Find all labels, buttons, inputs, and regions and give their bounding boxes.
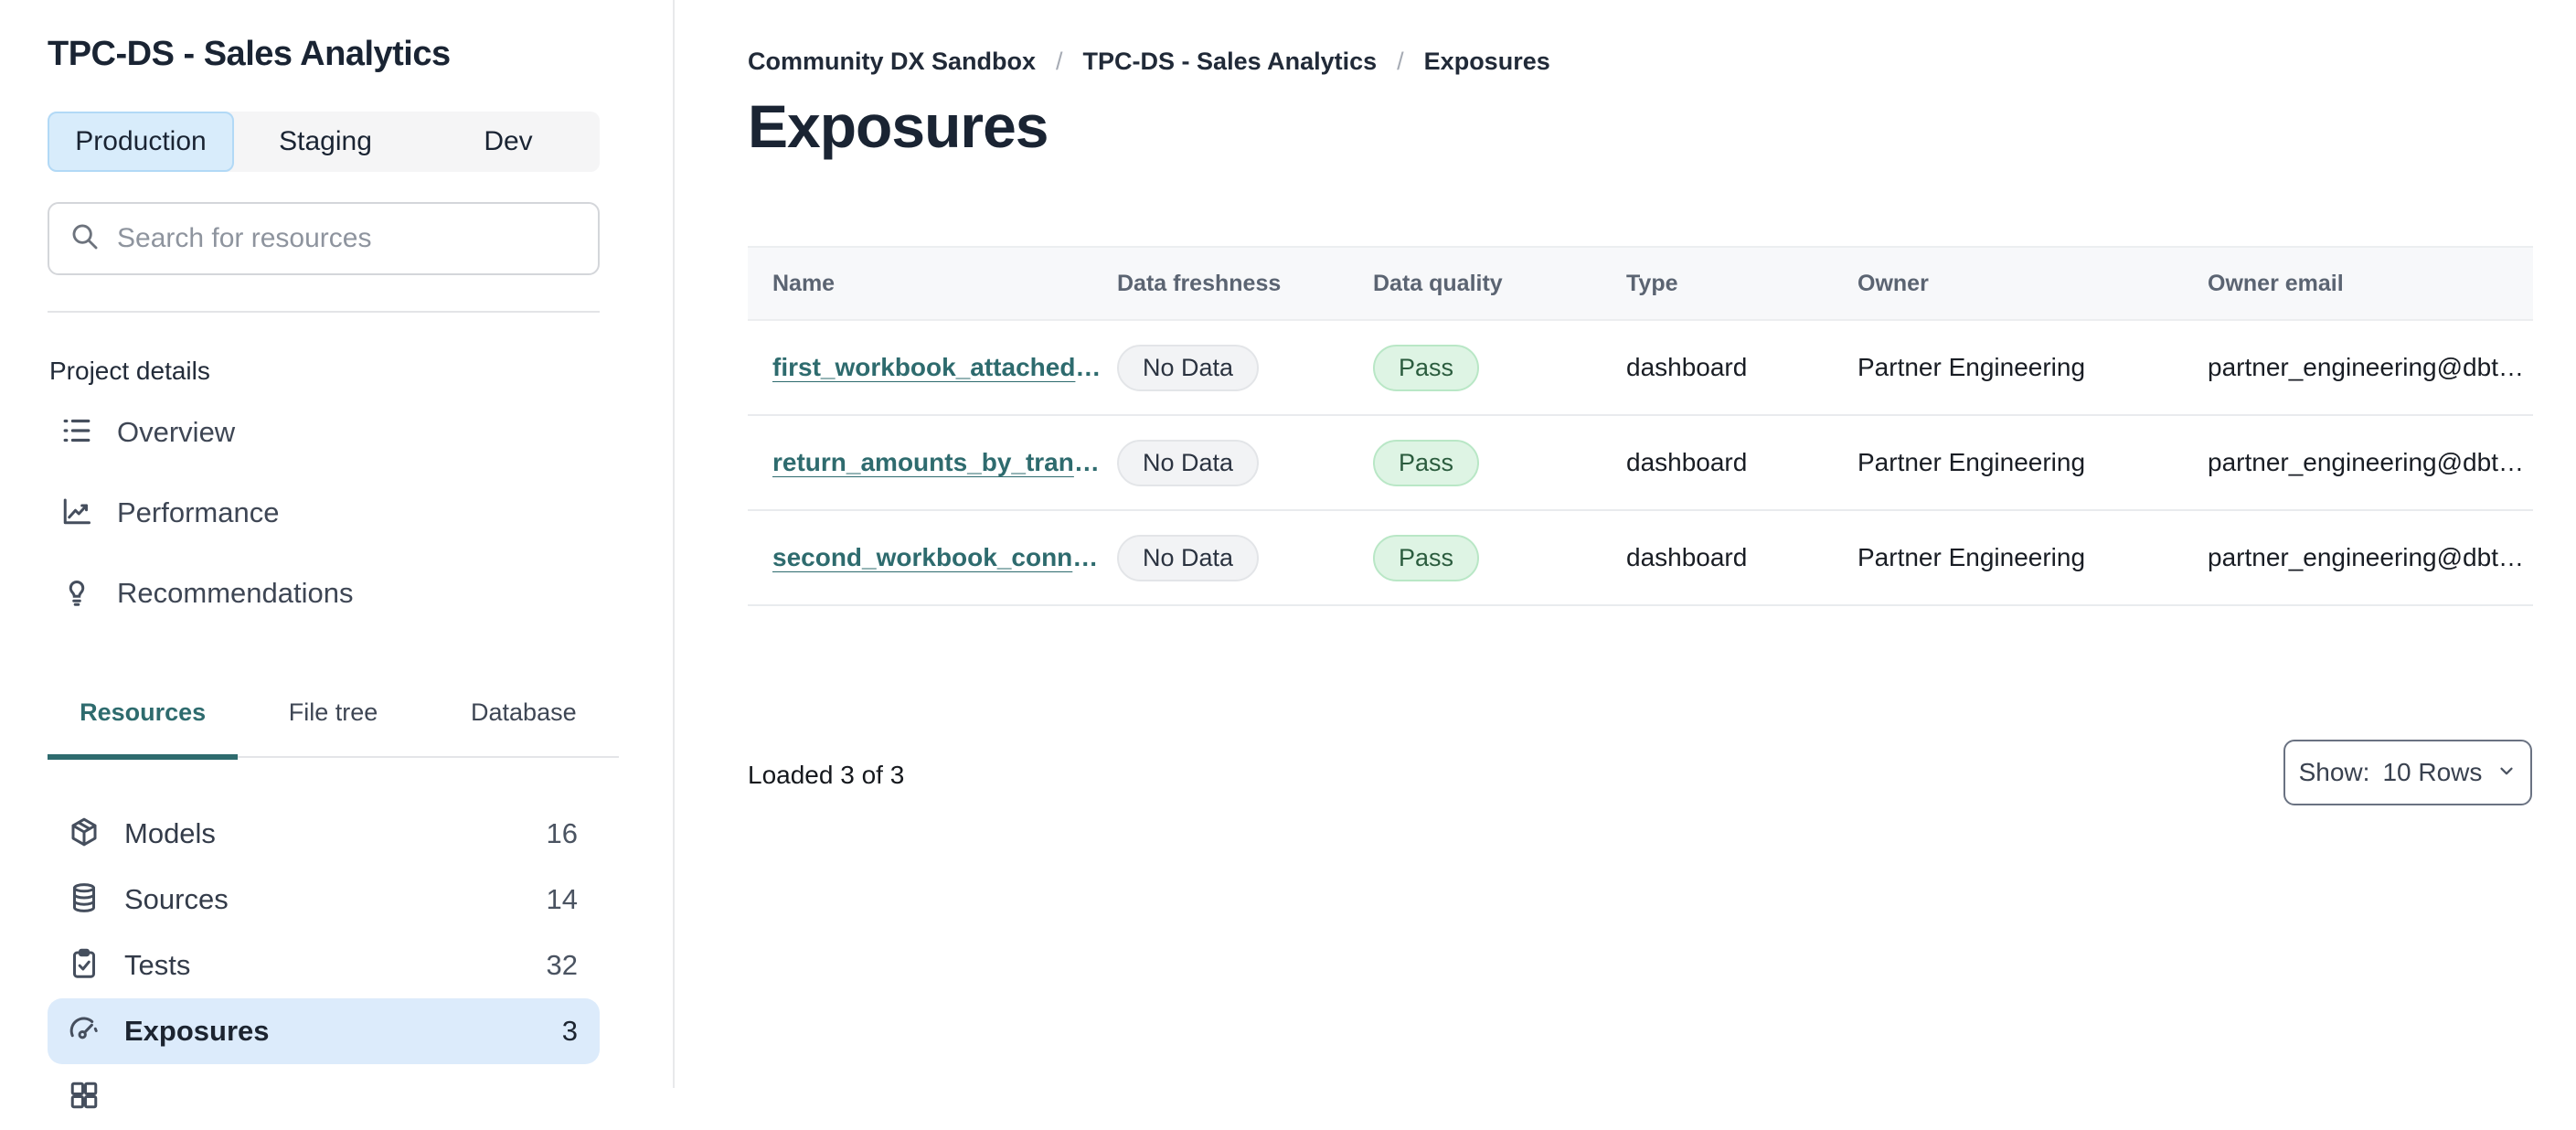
cube-icon (68, 816, 101, 853)
gauge-icon (68, 1013, 101, 1050)
column-header-owner: Owner (1857, 270, 1929, 296)
resource-item-models[interactable]: Models 16 (48, 801, 600, 867)
sidebar: TPC-DS - Sales Analytics Production Stag… (0, 0, 675, 1108)
env-tab-dev[interactable]: Dev (417, 112, 600, 172)
type-cell: dashboard (1626, 448, 1748, 476)
freshness-badge: No Data (1117, 344, 1260, 391)
resource-item-label: Exposures (124, 1015, 270, 1047)
resource-search[interactable] (48, 202, 600, 275)
env-tab-staging[interactable]: Staging (234, 112, 417, 172)
column-header-type: Type (1626, 270, 1678, 296)
breadcrumb-project[interactable]: TPC-DS - Sales Analytics (1083, 48, 1378, 76)
truncation-ellipsis: … (1073, 448, 1100, 476)
resource-count: 3 (561, 1015, 578, 1047)
main-content: Community DX Sandbox / TPC-DS - Sales An… (676, 0, 2576, 1088)
type-cell: dashboard (1626, 543, 1748, 571)
resource-item-partial[interactable] (48, 1064, 600, 1130)
column-header-data-quality: Data quality (1373, 270, 1503, 296)
resource-item-label: Sources (124, 883, 229, 915)
owner-email-cell: partner_engineering@dbt… (2208, 353, 2524, 381)
tab-resources[interactable]: Resources (48, 698, 239, 760)
quality-badge: Pass (1373, 344, 1480, 391)
search-icon (69, 221, 101, 257)
sidebar-item-recommendations[interactable]: Recommendations (48, 566, 559, 621)
show-value: 10 Rows (2382, 758, 2483, 786)
sidebar-item-label: Recommendations (117, 577, 354, 609)
env-tab-production[interactable]: Production (48, 112, 234, 172)
resource-count: 16 (546, 817, 578, 849)
project-title: TPC-DS - Sales Analytics (48, 35, 451, 73)
owner-email-cell: partner_engineering@dbt… (2208, 448, 2524, 476)
sidebar-divider (48, 311, 600, 313)
table-row: second_workbook_conn… No Data Pass dashb… (748, 511, 2533, 606)
sidebar-item-overview[interactable]: Overview (48, 405, 559, 460)
quality-badge: Pass (1373, 534, 1480, 581)
freshness-badge: No Data (1117, 439, 1260, 486)
exposure-name-link[interactable]: first_workbook_attached… (772, 353, 1101, 381)
chevron-down-icon (2495, 758, 2517, 787)
type-cell: dashboard (1626, 353, 1748, 381)
breadcrumb-current: Exposures (1423, 48, 1550, 75)
column-header-data-freshness: Data freshness (1117, 270, 1282, 296)
resource-list: Models 16 Sources 14 Tests 32 Exposures … (48, 801, 600, 1130)
lightbulb-icon (60, 575, 93, 613)
project-details-label: Project details (49, 357, 210, 385)
resource-item-label: Models (124, 817, 216, 849)
truncation-ellipsis: … (1075, 353, 1102, 381)
resource-item-exposures[interactable]: Exposures 3 (48, 998, 600, 1064)
resource-count: 14 (546, 883, 578, 915)
clipboard-check-icon (68, 947, 101, 985)
resource-view-tabs: Resources File tree Database (48, 698, 619, 760)
resource-item-tests[interactable]: Tests 32 (48, 933, 600, 998)
breadcrumb: Community DX Sandbox / TPC-DS - Sales An… (748, 48, 1550, 76)
breadcrumb-separator: / (1056, 48, 1063, 75)
exposures-table: Name Data freshness Data quality Type Ow… (748, 246, 2533, 606)
search-input[interactable] (117, 223, 578, 254)
resource-count: 32 (546, 949, 578, 981)
rows-per-page-select[interactable]: Show: 10 Rows (2283, 740, 2532, 805)
grid-icon (68, 1079, 101, 1116)
owner-email-cell: partner_engineering@dbt… (2208, 543, 2524, 571)
environment-tabs: Production Staging Dev (48, 112, 600, 172)
breadcrumb-separator: / (1397, 48, 1404, 75)
column-header-name: Name (772, 270, 836, 296)
exposure-name-link[interactable]: second_workbook_conn… (772, 543, 1098, 571)
sidebar-item-label: Overview (117, 416, 236, 448)
page-title: Exposures (748, 92, 1048, 160)
table-row: return_amounts_by_tran… No Data Pass das… (748, 416, 2533, 511)
show-label: Show: (2298, 758, 2370, 786)
owner-cell: Partner Engineering (1857, 543, 2086, 571)
table-header: Name Data freshness Data quality Type Ow… (748, 246, 2533, 321)
tab-file-tree[interactable]: File tree (238, 698, 428, 760)
quality-badge: Pass (1373, 439, 1480, 486)
resource-item-sources[interactable]: Sources 14 (48, 867, 600, 933)
sidebar-item-label: Performance (117, 496, 280, 528)
chart-line-icon (60, 495, 93, 532)
sidebar-item-performance[interactable]: Performance (48, 485, 559, 540)
table-row: first_workbook_attached… No Data Pass da… (748, 321, 2533, 416)
loaded-status: Loaded 3 of 3 (748, 761, 905, 789)
breadcrumb-account[interactable]: Community DX Sandbox (748, 48, 1036, 76)
exposure-name-link[interactable]: return_amounts_by_tran… (772, 448, 1100, 476)
owner-cell: Partner Engineering (1857, 353, 2086, 381)
owner-cell: Partner Engineering (1857, 448, 2086, 476)
column-header-owner-email: Owner email (2208, 270, 2344, 296)
truncation-ellipsis: … (1072, 543, 1099, 571)
database-icon (68, 881, 101, 919)
tab-database[interactable]: Database (429, 698, 619, 760)
resource-item-label: Tests (124, 949, 191, 981)
list-icon (60, 414, 93, 452)
freshness-badge: No Data (1117, 534, 1260, 581)
